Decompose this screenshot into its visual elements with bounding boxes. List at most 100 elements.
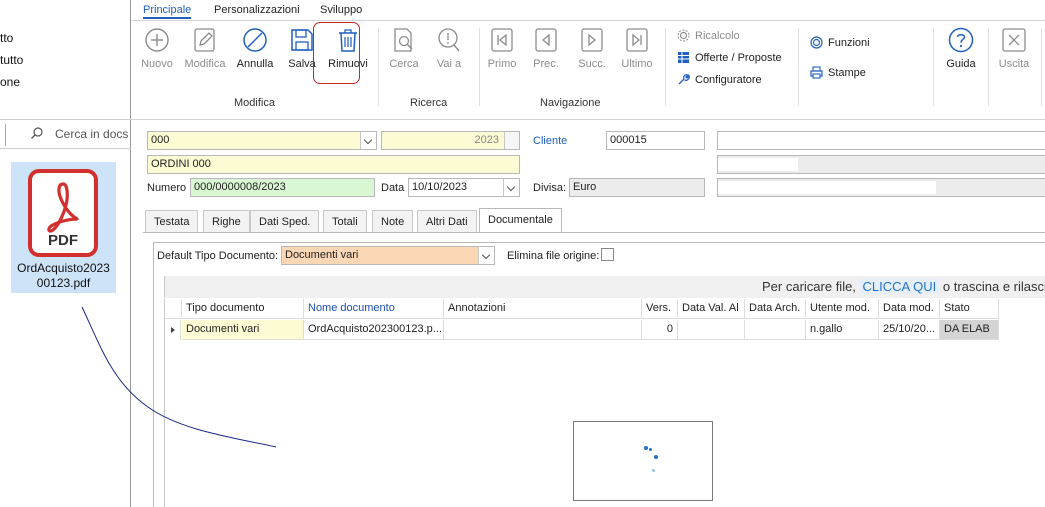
tab-principale[interactable]: Principale — [143, 4, 192, 19]
uscita-button[interactable]: Uscita — [992, 27, 1036, 70]
cliente-code-field[interactable]: 000015 — [606, 131, 705, 150]
pdf-file-icon: PDF — [28, 169, 98, 257]
column-header[interactable]: Vers. — [642, 299, 678, 319]
table-cell[interactable]: OrdAcquisto202300123.p... — [304, 320, 444, 340]
ricalcolo-button[interactable]: Ricalcolo — [677, 29, 740, 42]
serie-value: 000 — [151, 134, 170, 146]
numero-field[interactable]: 000/0000008/2023 — [190, 178, 375, 197]
cliente-code-value: 000015 — [610, 134, 647, 146]
tab-righe[interactable]: Righe — [203, 210, 250, 233]
stampe-label: Stampe — [828, 66, 866, 79]
column-header[interactable]: Stato — [940, 299, 999, 319]
serie-select[interactable]: 000 — [147, 131, 377, 150]
group-divider — [665, 28, 666, 106]
table-cell[interactable]: n.gallo — [806, 320, 879, 340]
anno-value: 2023 — [474, 134, 499, 146]
succ-label: Succ. — [578, 58, 606, 70]
stampe-button[interactable]: Stampe — [810, 66, 866, 79]
table-cell[interactable] — [678, 320, 745, 340]
configuratore-button[interactable]: Configuratore — [677, 73, 762, 86]
table-cell[interactable]: Documenti vari — [182, 320, 304, 340]
tab-note[interactable]: Note — [372, 210, 414, 233]
cancel-circle-icon — [243, 28, 267, 52]
offerte-proposte-button[interactable]: Offerte / Proposte — [677, 51, 782, 64]
data-picker[interactable]: 10/10/2023 — [408, 178, 520, 197]
tab-altri-dati[interactable]: Altri Dati — [417, 210, 477, 233]
first-record-icon — [491, 28, 513, 52]
prec-button[interactable]: Prec. — [524, 27, 568, 70]
default-tipo-value: Documenti vari — [285, 249, 359, 261]
funzioni-button[interactable]: Funzioni — [810, 36, 870, 49]
chevron-down-icon[interactable] — [478, 247, 494, 264]
tab-totali[interactable]: Totali — [323, 210, 367, 233]
guida-button[interactable]: Guida — [939, 27, 983, 70]
status-badge[interactable]: DA ELAB — [940, 320, 999, 340]
cliente-label[interactable]: Cliente — [533, 135, 567, 147]
column-header[interactable]: Data mod. — [879, 299, 940, 319]
divisa-value: Euro — [573, 181, 597, 193]
modifica-label: Modifica — [184, 58, 226, 70]
column-header[interactable]: Data Arch. — [745, 299, 806, 319]
modifica-highlight-annotation — [313, 22, 360, 84]
table-cell[interactable]: 0 — [642, 320, 678, 340]
primo-button[interactable]: Primo — [480, 27, 524, 70]
search-placeholder: Cerca in docs — [55, 127, 129, 141]
modifica-button[interactable]: Modifica — [183, 27, 227, 70]
column-header[interactable]: Nome documento — [304, 299, 444, 319]
succ-button[interactable]: Succ. — [570, 27, 614, 70]
divisa-label: Divisa: — [533, 182, 567, 194]
tab-dati-sped[interactable]: Dati Sped. — [250, 210, 320, 233]
pencil-icon — [194, 28, 215, 52]
vai-a-button[interactable]: Vai a — [427, 27, 471, 70]
primo-label: Primo — [487, 58, 517, 70]
cerca-button[interactable]: Cerca — [382, 27, 426, 70]
tab-personalizzazioni[interactable]: Personalizzazioni — [214, 4, 300, 16]
nuovo-button[interactable]: Nuovo — [135, 27, 179, 70]
explorer-search-box[interactable]: Cerca in docs — [0, 119, 131, 149]
tab-documentale[interactable]: Documentale — [479, 208, 562, 232]
chevron-down-icon[interactable] — [503, 179, 519, 196]
ultimo-button[interactable]: Ultimo — [615, 27, 659, 70]
group-divider — [798, 28, 799, 106]
cliente-city-field — [717, 178, 1045, 197]
row-indicator-arrow[interactable] — [165, 320, 181, 340]
annulla-button[interactable]: Annulla — [233, 27, 277, 70]
column-header[interactable]: Tipo documento — [182, 299, 304, 319]
cliente-name-field[interactable] — [717, 131, 1045, 150]
column-header[interactable]: Utente mod. — [806, 299, 879, 319]
upload-prefix: Per caricare file, — [762, 279, 856, 294]
pdf-file-tile[interactable]: PDF OrdAcquisto2023 00123.pdf — [11, 162, 116, 293]
wrench-icon — [678, 74, 690, 85]
printer-icon — [810, 66, 823, 79]
group-divider — [378, 28, 379, 106]
default-tipo-select[interactable]: Documenti vari — [281, 246, 495, 265]
table-cell[interactable] — [745, 320, 806, 340]
search-divider — [0, 124, 6, 146]
explorer-item[interactable]: tto — [0, 31, 13, 45]
chevron-down-icon[interactable] — [360, 132, 376, 149]
explorer-item[interactable]: one — [0, 75, 20, 89]
uscita-label: Uscita — [998, 58, 1030, 70]
default-tipo-label: Default Tipo Documento: — [157, 250, 279, 262]
table-cell[interactable]: 25/10/20... — [879, 320, 940, 340]
tab-testata[interactable]: Testata — [145, 210, 199, 233]
cliente-address-field — [717, 155, 1045, 174]
explorer-item[interactable]: tutto — [0, 53, 23, 67]
column-header[interactable]: Annotazioni — [444, 299, 642, 319]
redacted-area — [718, 158, 798, 171]
data-value: 10/10/2023 — [412, 181, 468, 193]
spinner-arrows-icon[interactable] — [504, 132, 519, 149]
search-document-icon — [394, 28, 413, 52]
tab-sviluppo[interactable]: Sviluppo — [320, 4, 362, 16]
grid-table-icon — [678, 52, 689, 63]
descrizione-field[interactable]: ORDINI 000 — [147, 155, 520, 174]
loading-indicator — [573, 421, 713, 501]
configuratore-label: Configuratore — [695, 73, 762, 86]
table-cell[interactable] — [444, 320, 642, 340]
ribbon-toolbar: Principale Personalizzazioni Sviluppo Nu… — [131, 0, 1045, 120]
ricalcolo-label: Ricalcolo — [695, 29, 740, 42]
elimina-checkbox[interactable] — [601, 248, 614, 261]
column-header[interactable]: Data Val. Al — [678, 299, 745, 319]
upload-link[interactable]: CLICCA QUI — [859, 279, 940, 294]
anno-spinner[interactable]: 2023 — [381, 131, 520, 150]
